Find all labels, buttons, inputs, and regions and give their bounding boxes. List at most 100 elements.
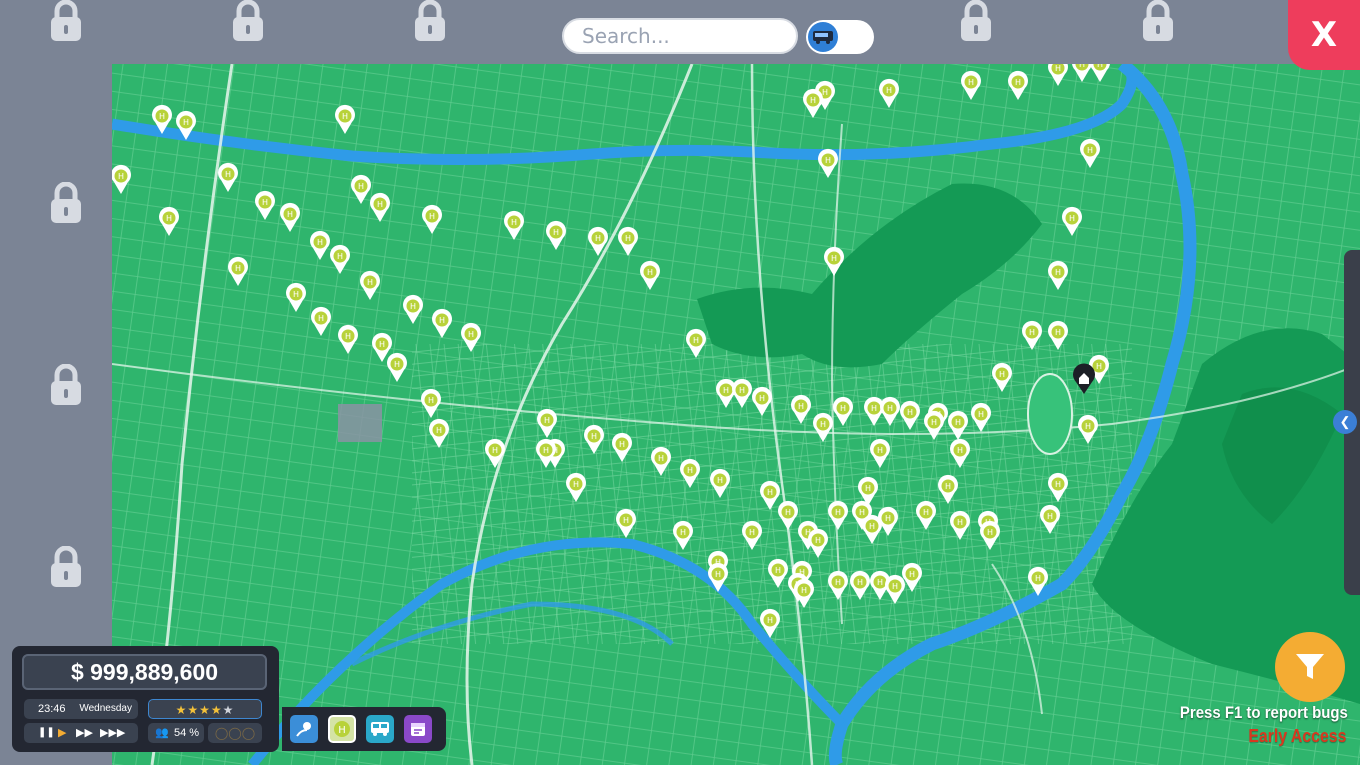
search-input[interactable] <box>562 18 798 54</box>
svg-text:H: H <box>159 112 165 121</box>
svg-text:H: H <box>835 508 841 517</box>
play-button[interactable]: ▶ <box>58 723 66 743</box>
svg-text:H: H <box>999 370 1005 379</box>
svg-text:H: H <box>225 170 231 179</box>
svg-text:H: H <box>931 418 937 427</box>
svg-text:H: H <box>318 314 324 323</box>
vehicle-tool-button[interactable] <box>366 715 394 743</box>
svg-text:H: H <box>775 566 781 575</box>
svg-text:H: H <box>865 484 871 493</box>
svg-text:H: H <box>877 578 883 587</box>
svg-text:H: H <box>767 488 773 497</box>
svg-text:H: H <box>1079 64 1085 69</box>
lock-icon <box>958 0 994 44</box>
early-access-label: Early Access <box>1247 726 1346 746</box>
pause-button[interactable]: ❚❚ <box>38 723 55 743</box>
bus-icon <box>808 22 838 52</box>
svg-text:H: H <box>492 446 498 455</box>
svg-text:H: H <box>885 514 891 523</box>
svg-text:H: H <box>767 616 773 625</box>
bus-stop-icon: H <box>334 721 350 737</box>
svg-text:H: H <box>166 214 172 223</box>
svg-text:H: H <box>262 198 268 207</box>
svg-text:H: H <box>717 476 723 485</box>
svg-text:H: H <box>595 234 601 243</box>
bus-stop-tool-button[interactable]: H <box>328 715 356 743</box>
svg-text:H: H <box>907 408 913 417</box>
svg-text:H: H <box>810 96 816 105</box>
svg-text:H: H <box>553 228 559 237</box>
svg-text:H: H <box>987 528 993 537</box>
svg-text:H: H <box>945 482 951 491</box>
fastest-button[interactable]: ▶▶▶ <box>100 723 125 743</box>
svg-text:H: H <box>183 118 189 127</box>
close-button[interactable]: X <box>1288 0 1360 70</box>
svg-text:H: H <box>647 268 653 277</box>
svg-text:H: H <box>723 386 729 395</box>
svg-text:H: H <box>235 264 241 273</box>
population-value: 54 % <box>174 727 200 739</box>
fast-forward-button[interactable]: ▶▶ <box>76 723 93 743</box>
svg-text:H: H <box>429 212 435 221</box>
svg-text:H: H <box>909 570 915 579</box>
svg-text:H: H <box>877 446 883 455</box>
route-tool-button[interactable] <box>290 715 318 743</box>
filter-icon <box>1296 654 1324 679</box>
svg-text:H: H <box>887 404 893 413</box>
schedule-tool-button[interactable] <box>404 715 432 743</box>
svg-text:H: H <box>840 404 846 413</box>
svg-text:H: H <box>871 404 877 413</box>
lock-icon <box>48 181 84 226</box>
svg-text:H: H <box>978 410 984 419</box>
svg-text:H: H <box>118 172 124 181</box>
svg-text:H: H <box>1029 328 1035 337</box>
rating-stars: ★★★★★ <box>175 703 235 717</box>
svg-text:H: H <box>367 278 373 287</box>
svg-text:H: H <box>287 210 293 219</box>
svg-text:H: H <box>625 234 631 243</box>
svg-text:H: H <box>1055 64 1061 73</box>
svg-text:H: H <box>857 578 863 587</box>
lock-icon <box>230 0 266 44</box>
svg-text:H: H <box>739 386 745 395</box>
chevron-left-icon[interactable]: ❮ <box>1333 410 1357 434</box>
filter-button[interactable] <box>1275 632 1345 702</box>
svg-text:H: H <box>680 528 686 537</box>
svg-text:H: H <box>957 518 963 527</box>
svg-text:H: H <box>1035 574 1041 583</box>
svg-text:H: H <box>749 528 755 537</box>
svg-text:H: H <box>759 394 765 403</box>
svg-text:H: H <box>468 330 474 339</box>
svg-text:H: H <box>822 88 828 97</box>
svg-text:H: H <box>436 426 442 435</box>
svg-text:H: H <box>820 420 826 429</box>
svg-text:H: H <box>377 200 383 209</box>
svg-text:H: H <box>886 86 892 95</box>
svg-text:H: H <box>543 446 549 455</box>
svg-text:H: H <box>1097 64 1103 69</box>
svg-text:H: H <box>1096 362 1102 371</box>
svg-text:H: H <box>923 508 929 517</box>
clock-time: 23:46 <box>38 703 66 715</box>
report-bugs-text: Press F1 to report bugs <box>1180 703 1348 722</box>
svg-text:H: H <box>687 466 693 475</box>
svg-text:H: H <box>968 78 974 87</box>
svg-text:H: H <box>715 570 721 579</box>
achievements-chip[interactable]: ◯◯◯ <box>208 723 262 743</box>
bus-toggle[interactable] <box>806 20 874 54</box>
people-icon: 👥 <box>155 727 169 739</box>
lock-icon <box>412 0 448 44</box>
svg-text:H: H <box>1055 480 1061 489</box>
svg-text:H: H <box>785 508 791 517</box>
svg-text:H: H <box>1069 214 1075 223</box>
lock-icon <box>48 545 84 590</box>
city-map[interactable]: H H H H H H H H H H H H H H H H H H H H … <box>112 64 1360 765</box>
svg-text:H: H <box>869 522 875 531</box>
svg-text:H: H <box>317 238 323 247</box>
status-panel: $ 999,889,600 23:46 Wednesday ★★★★★ ❚❚ ▶… <box>12 646 279 752</box>
svg-text:H: H <box>859 508 865 517</box>
svg-text:H: H <box>345 332 351 341</box>
svg-text:H: H <box>658 454 664 463</box>
svg-text:H: H <box>1087 146 1093 155</box>
svg-text:H: H <box>293 290 299 299</box>
